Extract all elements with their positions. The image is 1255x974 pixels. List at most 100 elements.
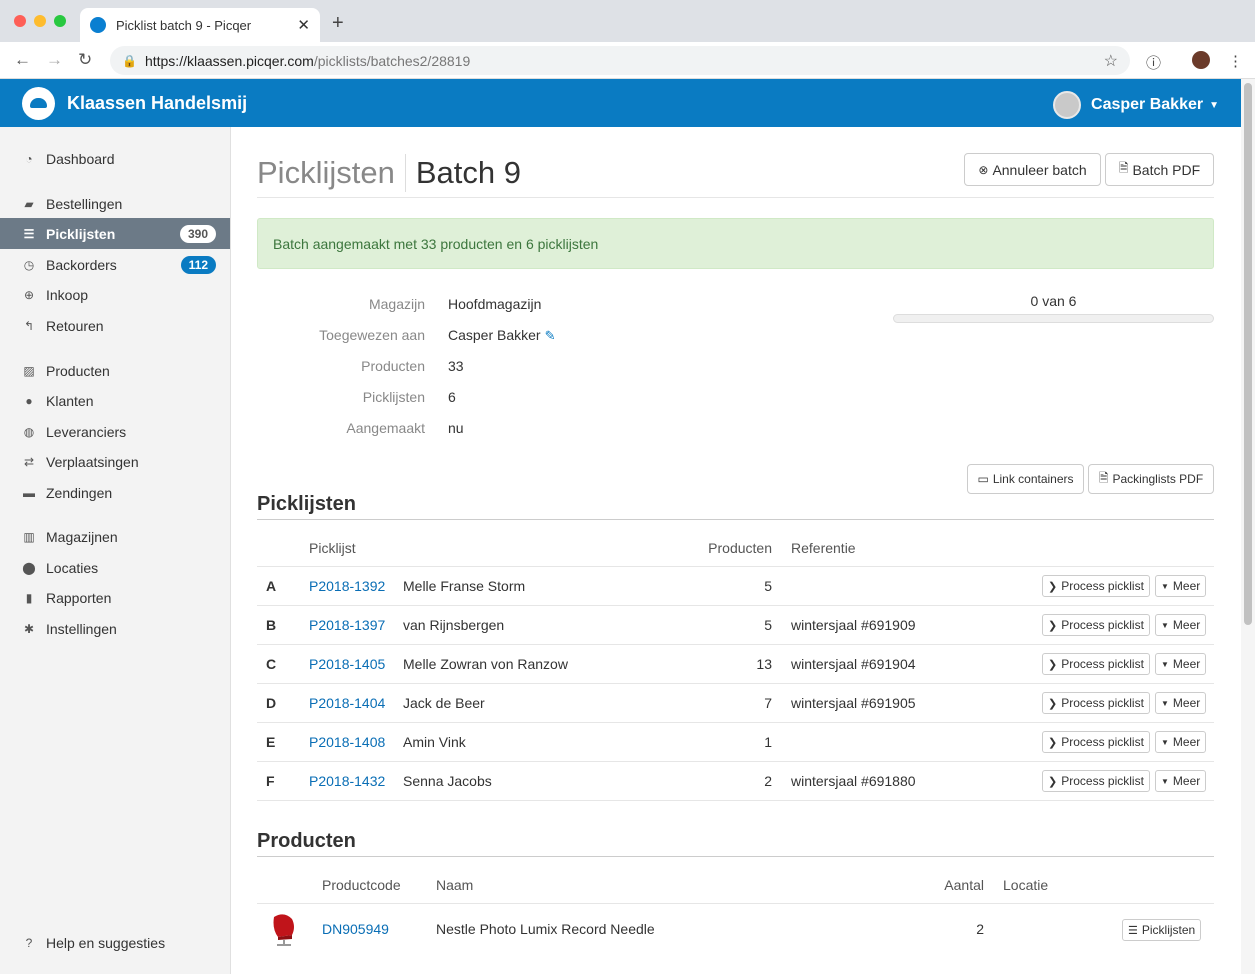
sidebar-item-backorders[interactable]: ◷ Backorders 112 bbox=[0, 249, 230, 280]
browser-tab[interactable]: Picklist batch 9 - Picqer ✕ bbox=[80, 8, 320, 42]
picklist-link[interactable]: P2018-1397 bbox=[309, 617, 385, 633]
cancel-batch-button[interactable]: ⊗ Annuleer batch bbox=[964, 153, 1101, 186]
scrollbar-thumb[interactable] bbox=[1244, 83, 1252, 625]
chevron-right-icon: ❯ bbox=[1048, 736, 1058, 749]
process-picklist-button[interactable]: ❯ Process picklist bbox=[1042, 770, 1150, 792]
product-thumbnail[interactable] bbox=[270, 913, 298, 946]
sidebar-item-label: Bestellingen bbox=[46, 195, 123, 212]
process-picklist-button[interactable]: ❯ Process picklist bbox=[1042, 731, 1150, 753]
sidebar-item-magazijnen[interactable]: ▥ Magazijnen bbox=[0, 521, 230, 552]
more-label: Meer bbox=[1172, 774, 1201, 788]
close-window-button[interactable] bbox=[14, 15, 26, 27]
column-header-reference: Referentie bbox=[791, 540, 856, 556]
detail-value: 6 bbox=[448, 389, 456, 405]
sidebar-item-label: Help en suggesties bbox=[46, 934, 166, 951]
sidebar-item-bestellingen[interactable]: ▰ Bestellingen bbox=[0, 188, 230, 219]
reference: wintersjaal #691905 bbox=[791, 695, 916, 711]
sidebar-item-dashboard[interactable]: ◔ Dashboard bbox=[0, 143, 230, 174]
forward-icon[interactable]: → bbox=[46, 50, 63, 70]
edit-icon[interactable]: ✎ bbox=[545, 328, 556, 343]
breadcrumb-parent[interactable]: Picklijsten bbox=[257, 155, 395, 191]
sidebar-item-rapporten[interactable]: ▮ Rapporten bbox=[0, 582, 230, 613]
picklist-link[interactable]: P2018-1432 bbox=[309, 773, 385, 789]
sidebar-item-verplaatsingen[interactable]: ⇄ Verplaatsingen bbox=[0, 446, 230, 477]
sidebar-item-picklijsten[interactable]: ☰ Picklijsten 390 bbox=[0, 218, 230, 249]
sidebar-item-help[interactable]: ? Help en suggesties bbox=[0, 927, 230, 958]
detail-label: Aangemaakt bbox=[346, 420, 425, 436]
sidebar-item-klanten[interactable]: ● Klanten bbox=[0, 385, 230, 416]
chevron-right-icon: ❯ bbox=[1048, 619, 1058, 632]
process-picklist-button[interactable]: ❯ Process picklist bbox=[1042, 614, 1150, 636]
user-avatar bbox=[1053, 91, 1082, 119]
chevron-right-icon: ❯ bbox=[1048, 580, 1058, 593]
company-name[interactable]: Klaassen Handelsmij bbox=[67, 93, 247, 114]
sidebar: ◔ Dashboard ▰ Bestellingen ☰ Picklijsten 390 ◷ B… bbox=[0, 127, 231, 974]
back-icon[interactable]: ← bbox=[14, 50, 31, 70]
caret-down-icon: ▼ bbox=[1161, 581, 1169, 591]
count-badge: 390 bbox=[179, 224, 216, 243]
reload-icon[interactable]: ↻ bbox=[78, 50, 92, 70]
picklist-link[interactable]: P2018-1408 bbox=[309, 734, 385, 750]
products-heading-line bbox=[257, 856, 1214, 857]
more-dropdown-button[interactable]: ▼ Meer bbox=[1155, 770, 1207, 792]
bar-chart-icon: ▮ bbox=[25, 590, 33, 605]
close-tab-icon[interactable]: ✕ bbox=[297, 16, 310, 34]
table-row: A P2018-1392 Melle Franse Storm 5 ❯ Process p… bbox=[257, 566, 1214, 605]
new-tab-icon[interactable]: + bbox=[332, 12, 344, 35]
picklist-letter: B bbox=[266, 617, 277, 633]
tab-title: Picklist batch 9 - Picqer bbox=[116, 17, 252, 33]
extension-icon[interactable]: ⓘ bbox=[1146, 52, 1161, 73]
sidebar-item-instellingen[interactable]: ✱ Instellingen bbox=[0, 613, 230, 644]
browser-profile-avatar[interactable] bbox=[1192, 51, 1210, 69]
picklists-heading: Picklijsten bbox=[257, 493, 356, 515]
more-label: Meer bbox=[1172, 735, 1201, 749]
sidebar-item-zendingen[interactable]: ▬ Zendingen bbox=[0, 477, 230, 508]
url-host: https://klaassen.picqer.com bbox=[144, 52, 314, 69]
product-code-link[interactable]: DN905949 bbox=[322, 921, 389, 937]
sidebar-item-retouren[interactable]: ↰ Retouren bbox=[0, 310, 230, 341]
product-picklists-button[interactable]: ☰ Picklijsten bbox=[1122, 919, 1202, 941]
more-dropdown-button[interactable]: ▼ Meer bbox=[1155, 731, 1207, 753]
url-bar[interactable]: 🔒 https://klaassen.picqer.com/picklists/… bbox=[110, 46, 1130, 75]
more-dropdown-button[interactable]: ▼ Meer bbox=[1155, 575, 1207, 597]
sidebar-item-locaties[interactable]: ⬤ Locaties bbox=[0, 552, 230, 583]
detail-value-text: 6 bbox=[448, 389, 456, 405]
title-divider-line bbox=[257, 197, 1214, 198]
browser-menu-icon[interactable]: ⋮ bbox=[1228, 52, 1243, 70]
picklist-link[interactable]: P2018-1392 bbox=[309, 578, 385, 594]
sidebar-item-producten[interactable]: ▨ Producten bbox=[0, 355, 230, 386]
process-picklist-button[interactable]: ❯ Process picklist bbox=[1042, 653, 1150, 675]
picqer-logo-icon[interactable] bbox=[22, 87, 55, 120]
minimize-window-button[interactable] bbox=[34, 15, 46, 27]
picklist-link[interactable]: P2018-1404 bbox=[309, 695, 385, 711]
more-dropdown-button[interactable]: ▼ Meer bbox=[1155, 692, 1207, 714]
picklist-letter: A bbox=[266, 578, 277, 594]
caret-down-icon: ▼ bbox=[1161, 737, 1169, 747]
link-containers-button[interactable]: ▭ Link containers bbox=[967, 464, 1084, 494]
picklist-letter: E bbox=[266, 734, 276, 750]
sidebar-item-label: Inkoop bbox=[46, 286, 89, 303]
sidebar-item-label: Verplaatsingen bbox=[46, 453, 139, 470]
batch-pdf-button[interactable]: 🗎 Batch PDF bbox=[1105, 153, 1214, 186]
bookmark-star-icon[interactable]: ☆ bbox=[1104, 51, 1118, 71]
sidebar-item-inkoop[interactable]: ⊕ Inkoop bbox=[0, 279, 230, 310]
user-menu[interactable]: Casper Bakker ▼ bbox=[1053, 91, 1219, 119]
more-dropdown-button[interactable]: ▼ Meer bbox=[1155, 653, 1207, 675]
product-name: Nestle Photo Lumix Record Needle bbox=[436, 921, 655, 937]
page-scrollbar[interactable] bbox=[1241, 79, 1255, 974]
more-dropdown-button[interactable]: ▼ Meer bbox=[1155, 614, 1207, 636]
building-icon: ▥ bbox=[23, 529, 35, 544]
customer-name: Melle Zowran von Ranzow bbox=[403, 656, 568, 672]
truck-icon: ▬ bbox=[23, 485, 35, 500]
process-picklist-button[interactable]: ❯ Process picklist bbox=[1042, 692, 1150, 714]
packinglists-pdf-button[interactable]: 🗎 Packinglists PDF bbox=[1088, 464, 1214, 494]
picklist-link[interactable]: P2018-1405 bbox=[309, 656, 385, 672]
maximize-window-button[interactable] bbox=[54, 15, 66, 27]
more-label: Meer bbox=[1172, 657, 1201, 671]
process-picklist-button[interactable]: ❯ Process picklist bbox=[1042, 575, 1150, 597]
address-bar-row: ← → ↻ 🔒 https://klaassen.picqer.com/pick… bbox=[0, 42, 1255, 79]
caret-down-icon: ▼ bbox=[1161, 659, 1169, 669]
arrow-circle-icon: ⊕ bbox=[23, 287, 35, 302]
sidebar-item-leveranciers[interactable]: ◍ Leveranciers bbox=[0, 416, 230, 447]
column-header-productcode: Productcode bbox=[322, 877, 401, 893]
